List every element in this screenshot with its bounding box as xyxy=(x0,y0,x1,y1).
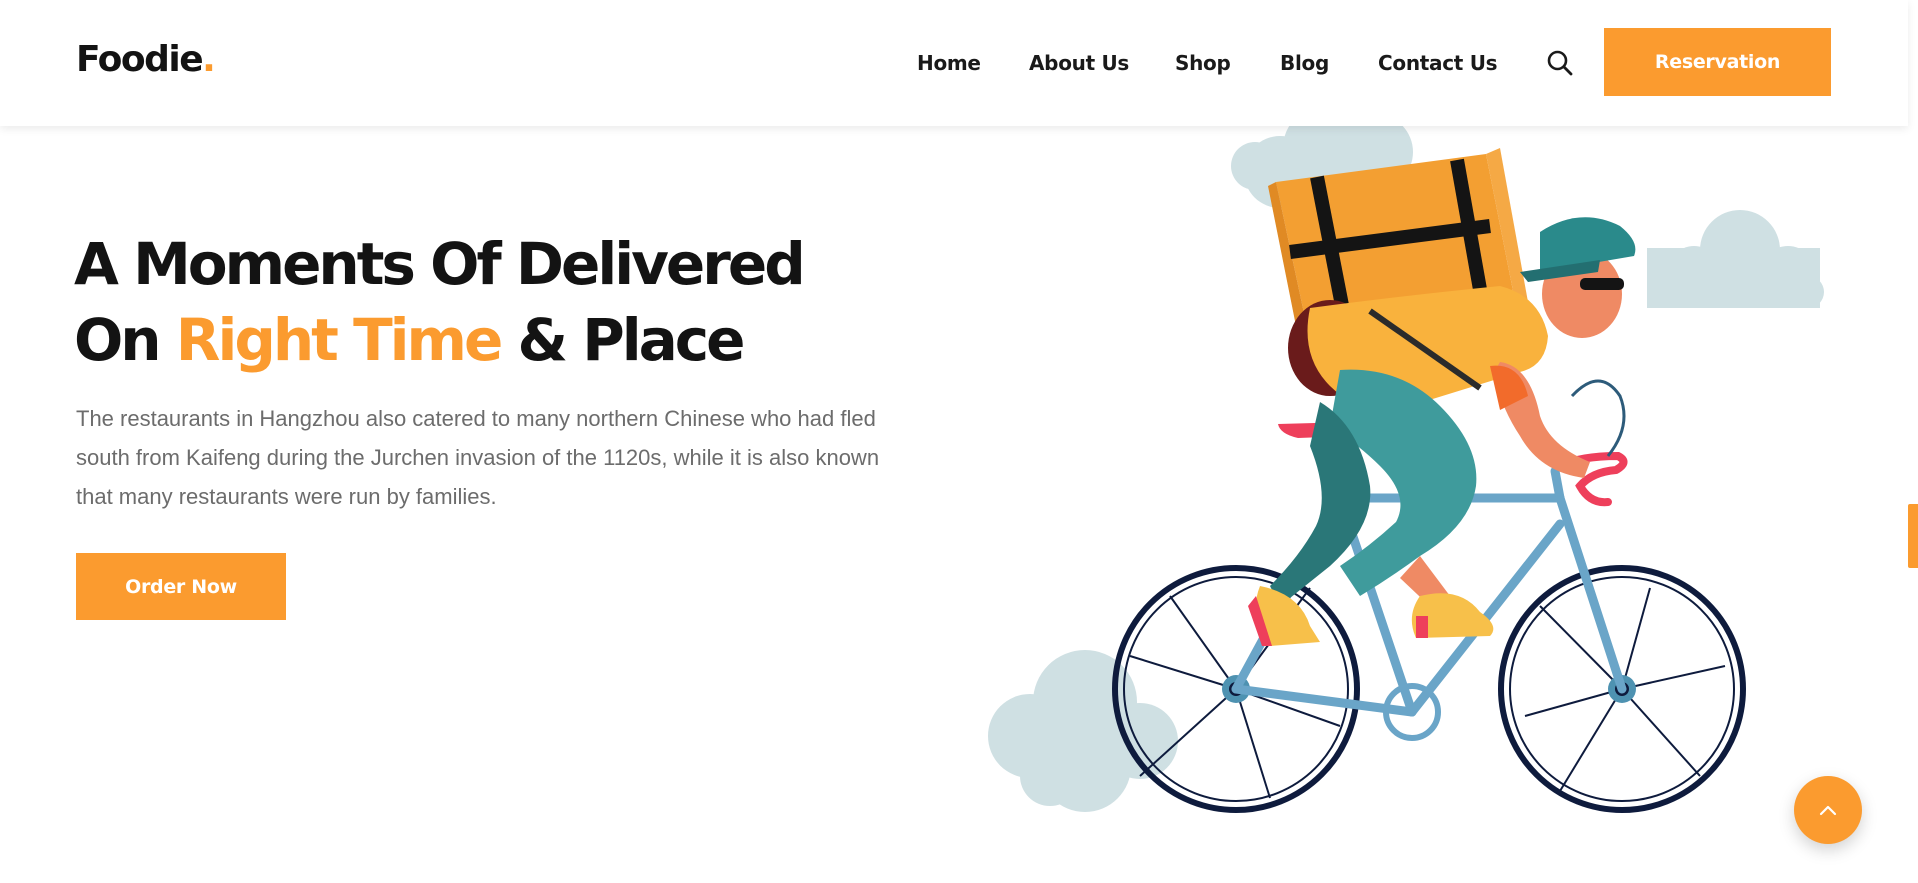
chevron-up-icon xyxy=(1819,805,1837,816)
brand-dot: . xyxy=(202,39,216,80)
nav-item-home[interactable]: Home xyxy=(917,48,981,78)
hero-title-accent: Right Time xyxy=(175,306,503,374)
site-header: Foodie. Home About Us Shop Blog Contact … xyxy=(0,0,1908,126)
hero-title-line1: A Moments Of Delivered xyxy=(74,230,806,298)
hero-description: The restaurants in Hangzhou also catered… xyxy=(76,406,880,509)
scroll-to-top-button[interactable] xyxy=(1794,776,1862,844)
hero-title-line2-post: & Place xyxy=(500,306,745,374)
order-now-button[interactable]: Order Now xyxy=(76,553,286,620)
nav-item-about-us[interactable]: About Us xyxy=(1029,48,1129,78)
nav-item-blog[interactable]: Blog xyxy=(1280,48,1329,78)
brake-cable xyxy=(1570,379,1626,457)
delivery-illustration xyxy=(988,126,1827,813)
side-scroll-indicator[interactable] xyxy=(1908,504,1918,568)
cloud-right xyxy=(1647,210,1824,308)
hero-title-line2-pre: On xyxy=(74,306,176,374)
hero-title: A Moments Of Delivered On Right Time & Pl… xyxy=(74,226,806,378)
brand-logo[interactable]: Foodie. xyxy=(76,36,216,84)
nav-item-shop[interactable]: Shop xyxy=(1175,48,1231,78)
brand-name: Foodie xyxy=(76,39,204,80)
reservation-button[interactable]: Reservation xyxy=(1604,28,1831,96)
search-button[interactable] xyxy=(1545,48,1575,78)
cloud-bottom xyxy=(988,650,1178,812)
search-icon xyxy=(1547,50,1573,76)
nav-item-contact-us[interactable]: Contact Us xyxy=(1378,48,1498,78)
